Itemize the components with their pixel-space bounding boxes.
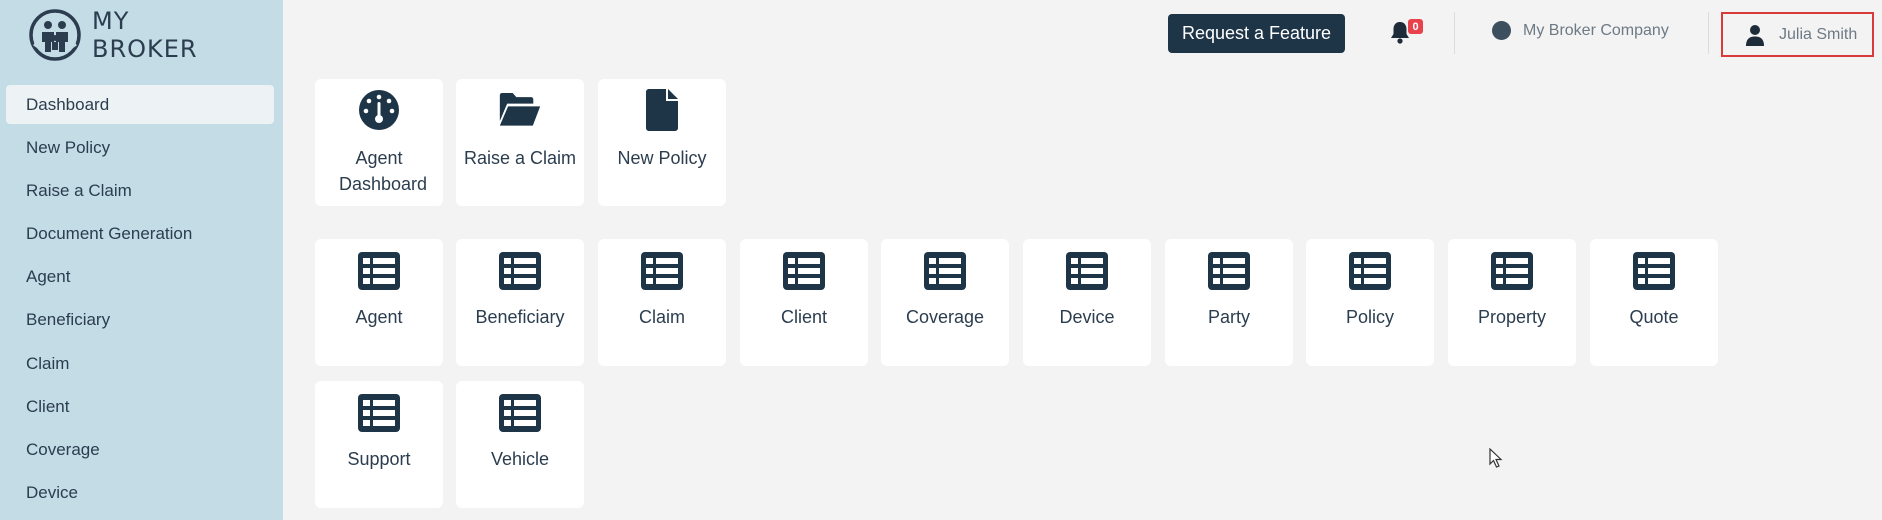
logo[interactable]: MY BROKER [28,7,198,63]
company-logo-icon [1492,21,1511,40]
table-list-icon [357,250,401,292]
table-list-icon [1490,250,1534,292]
company-name: My Broker Company [1523,21,1669,39]
tile-quote[interactable]: Quote [1590,239,1718,366]
logo-text: MY BROKER [92,7,198,63]
tile-property[interactable]: Property [1448,239,1576,366]
tile-label: Claim [638,307,685,327]
mouse-cursor-icon [1489,448,1503,468]
tile-vehicle[interactable]: Vehicle [456,381,584,508]
sidebar-item-dashboard[interactable]: Dashboard [6,85,274,124]
sidebar-item-new-policy[interactable]: New Policy [6,128,274,167]
sidebar-nav: Dashboard New Policy Raise a Claim Docum… [6,85,274,517]
company-selector[interactable]: My Broker Company [1492,21,1669,40]
tile-label: Agent [355,307,403,327]
tile-label: Client [780,307,828,327]
tile-label: Device [1059,307,1115,327]
table-list-icon [1207,250,1251,292]
table-list-icon [357,392,401,434]
tile-label: Support [347,449,411,469]
table-list-icon [640,250,684,292]
tile-policy[interactable]: Policy [1306,239,1434,366]
tile-label: Quote [1629,307,1679,327]
folder-open-icon [498,89,542,131]
table-list-icon [1065,250,1109,292]
sidebar-item-device[interactable]: Device [6,474,274,513]
notifications-button[interactable]: 0 [1389,19,1423,46]
user-menu[interactable]: Julia Smith [1721,12,1874,57]
header-divider [1708,12,1709,54]
notification-count-badge: 0 [1408,19,1423,34]
logo-line-2: BROKER [92,35,198,63]
table-list-icon [923,250,967,292]
tile-label: Property [1477,307,1547,327]
tile-beneficiary[interactable]: Beneficiary [456,239,584,366]
tile-label: Vehicle [490,449,550,469]
gauge-icon [357,89,401,131]
tile-label: Beneficiary [475,307,565,327]
user-icon [1746,24,1764,46]
tile-party[interactable]: Party [1165,239,1293,366]
sidebar-item-document-generation[interactable]: Document Generation [6,215,274,254]
sidebar-item-agent[interactable]: Agent [6,258,274,297]
sidebar-item-client[interactable]: Client [6,387,274,426]
file-icon [640,89,684,131]
tile-label: Coverage [905,307,985,327]
table-list-icon [782,250,826,292]
tile-label: Agent Dashboard [339,148,428,194]
tile-new-policy[interactable]: New Policy [598,79,726,206]
logo-line-1: MY [92,7,130,35]
table-list-icon [498,392,542,434]
sidebar-item-raise-a-claim[interactable]: Raise a Claim [6,171,274,210]
tile-label: Raise a Claim [463,148,577,168]
tile-client[interactable]: Client [740,239,868,366]
family-logo-icon [29,9,81,61]
sidebar-item-beneficiary[interactable]: Beneficiary [6,301,274,340]
tile-support[interactable]: Support [315,381,443,508]
tile-label: New Policy [617,148,707,168]
sidebar-item-claim[interactable]: Claim [6,344,274,383]
table-list-icon [1632,250,1676,292]
tile-device[interactable]: Device [1023,239,1151,366]
tile-label: Party [1207,307,1250,327]
tile-claim[interactable]: Claim [598,239,726,366]
sidebar-item-coverage[interactable]: Coverage [6,431,274,470]
tile-agent-dashboard[interactable]: Agent Dashboard [315,79,443,206]
tile-raise-a-claim[interactable]: Raise a Claim [456,79,584,206]
sidebar: MY BROKER Dashboard New Policy Raise a C… [0,0,283,520]
tile-label: Policy [1345,307,1394,327]
table-list-icon [1348,250,1392,292]
tile-agent[interactable]: Agent [315,239,443,366]
request-feature-button[interactable]: Request a Feature [1168,14,1345,53]
tile-coverage[interactable]: Coverage [881,239,1009,366]
header-divider [1454,12,1455,54]
user-name: Julia Smith [1779,25,1858,43]
app-window: MY BROKER Dashboard New Policy Raise a C… [0,0,1882,520]
table-list-icon [498,250,542,292]
